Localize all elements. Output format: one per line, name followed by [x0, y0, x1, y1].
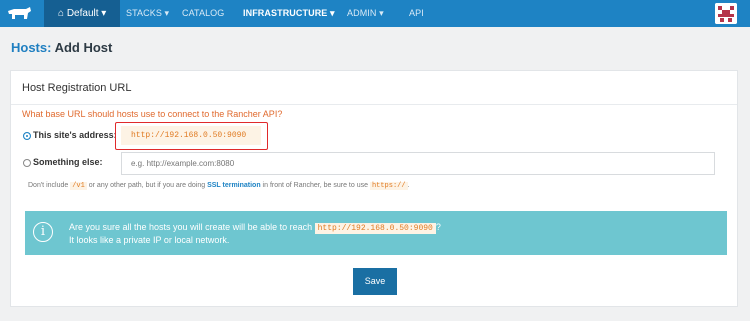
- help-code-v1: /v1: [70, 182, 87, 190]
- nav-catalog[interactable]: CATALOG: [182, 0, 224, 27]
- banner-url-code: http://192.168.0.50:9090: [314, 223, 436, 234]
- card-header: Host Registration URL: [11, 71, 737, 105]
- radio-this-site[interactable]: [23, 132, 31, 140]
- nav-stacks[interactable]: STACKS ▾: [126, 0, 169, 27]
- host-registration-card: Host Registration URL What base URL shou…: [10, 70, 738, 307]
- page-title-prefix[interactable]: Hosts:: [11, 40, 51, 55]
- banner-line1-suffix: ?: [435, 222, 441, 232]
- custom-url-input[interactable]: [121, 152, 715, 175]
- nav-admin[interactable]: ADMIN ▾: [347, 0, 384, 27]
- radio-something-else-label[interactable]: Something else:: [33, 157, 103, 167]
- save-button[interactable]: Save: [353, 268, 397, 295]
- card-title: Host Registration URL: [22, 82, 132, 94]
- radio-something-else[interactable]: [23, 159, 31, 167]
- question-text: What base URL should hosts use to connec…: [22, 109, 283, 119]
- banner-line2: It looks like a private IP or local netw…: [69, 235, 230, 245]
- user-avatar[interactable]: [715, 3, 737, 24]
- help-part1: Don't include: [28, 182, 71, 189]
- nav-api[interactable]: API: [409, 0, 424, 27]
- help-part4: .: [407, 182, 410, 189]
- rancher-logo-icon[interactable]: [6, 5, 32, 22]
- help-part2: or any other path, but if you are doing: [86, 182, 208, 189]
- help-text: Don't include /v1 or any other path, but…: [28, 182, 410, 190]
- top-nav: ⌂ Default ▾ STACKS ▾ CATALOG INFRASTRUCT…: [0, 0, 750, 27]
- nav-infrastructure[interactable]: INFRASTRUCTURE ▾: [243, 0, 335, 27]
- avatar-icon: [715, 3, 737, 24]
- info-icon: i: [33, 222, 53, 242]
- ssl-termination-link[interactable]: SSL termination: [207, 182, 261, 189]
- help-code-https: https://: [369, 182, 408, 190]
- banner-line1: Are you sure all the hosts you will crea…: [69, 222, 441, 234]
- site-address-value: http://192.168.0.50:9090: [121, 126, 261, 145]
- page-title-text: Add Host: [51, 40, 113, 55]
- environment-switcher[interactable]: ⌂ Default ▾: [44, 0, 121, 27]
- page-title: Hosts: Add Host: [11, 40, 112, 55]
- help-part3: in front of Rancher, be sure to use: [260, 182, 370, 189]
- info-banner: i Are you sure all the hosts you will cr…: [25, 211, 727, 255]
- radio-this-site-label[interactable]: This site's address:: [33, 130, 117, 140]
- banner-line1-prefix: Are you sure all the hosts you will crea…: [69, 222, 315, 232]
